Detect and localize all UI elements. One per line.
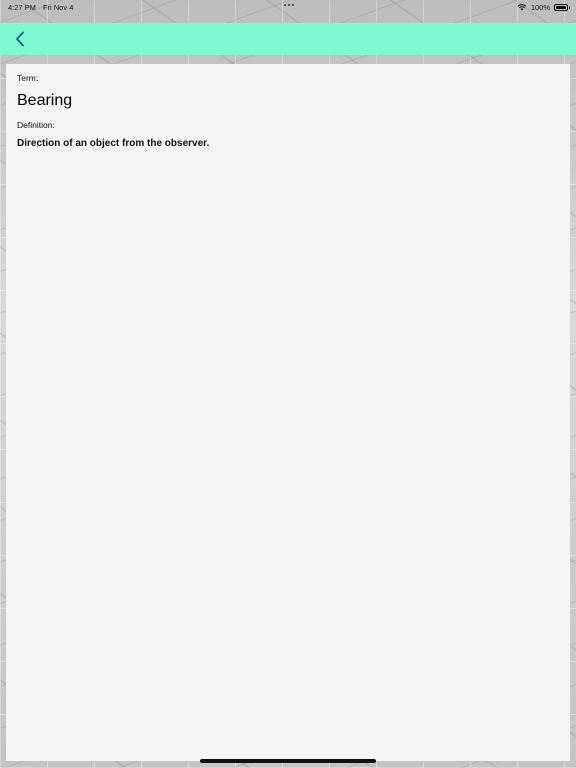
wifi-icon (517, 4, 527, 11)
term-title: Bearing (17, 92, 73, 109)
chevron-left-icon (16, 31, 24, 47)
back-button[interactable] (8, 27, 32, 51)
status-time: 4:27 PM (8, 2, 36, 12)
term-label: Term: (17, 73, 39, 83)
definition-label: Definition: (17, 120, 55, 130)
home-indicator[interactable] (200, 759, 376, 763)
navigation-bar (0, 23, 576, 55)
battery-percentage: 100% (530, 2, 550, 12)
status-date: Fri Nov 4 (42, 2, 74, 12)
definition-text: Direction of an object from the observer… (17, 138, 210, 149)
multitask-dots (284, 4, 294, 6)
battery-icon (554, 3, 570, 11)
definition-card: Term: Bearing Definition: Direction of a… (6, 64, 570, 761)
status-bar: 4:27 PM Fri Nov 4 100% (0, 0, 576, 14)
